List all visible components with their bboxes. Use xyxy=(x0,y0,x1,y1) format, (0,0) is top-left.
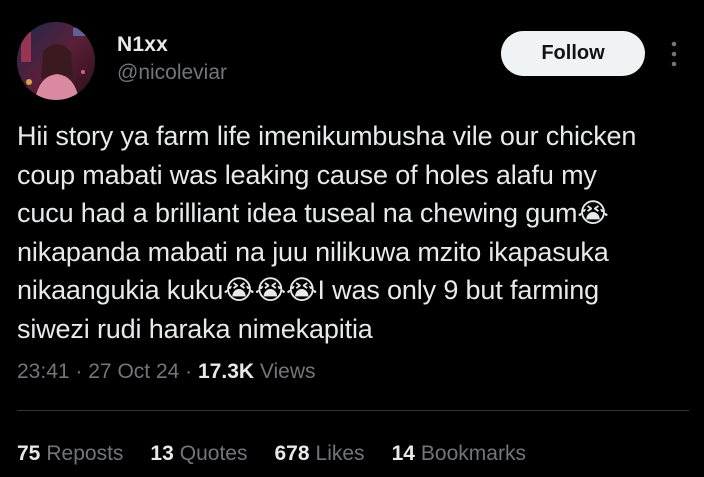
engagement-stats: 75 Reposts 13 Quotes 678 Likes 14 Bookmarks xyxy=(17,442,526,466)
reposts-count: 75 xyxy=(17,442,41,465)
bookmarks-count: 14 xyxy=(391,442,415,465)
bookmarks-label: Bookmarks xyxy=(420,442,526,465)
meta-separator: · xyxy=(185,360,193,383)
avatar[interactable] xyxy=(17,22,95,100)
tweet-meta: 23:41 · 27 Oct 24 · 17.3K Views xyxy=(17,360,316,384)
tweet-time[interactable]: 23:41 xyxy=(17,360,70,383)
likes-stat[interactable]: 678 Likes xyxy=(274,442,364,466)
tweet-date[interactable]: 27 Oct 24 xyxy=(88,360,179,383)
views-label: Views xyxy=(259,360,316,383)
tweet-header: N1xx @nicoleviar Follow xyxy=(0,0,704,110)
likes-label: Likes xyxy=(315,442,365,465)
quotes-stat[interactable]: 13 Quotes xyxy=(150,442,247,466)
meta-separator: · xyxy=(75,360,83,383)
bookmarks-stat[interactable]: 14 Bookmarks xyxy=(392,442,526,466)
user-handle[interactable]: @nicoleviar xyxy=(117,61,227,85)
avatar-image xyxy=(17,22,95,100)
reposts-label: Reposts xyxy=(46,442,124,465)
display-name[interactable]: N1xx xyxy=(117,33,168,57)
likes-count: 678 xyxy=(274,442,310,465)
tweet-text: Hii story ya farm life imenikumbusha vil… xyxy=(17,121,637,344)
reposts-stat[interactable]: 75 Reposts xyxy=(17,442,123,466)
quotes-count: 13 xyxy=(150,442,174,465)
views-count: 17.3K xyxy=(198,360,255,383)
more-vertical-icon[interactable] xyxy=(664,40,684,68)
follow-button[interactable]: Follow xyxy=(501,31,645,76)
divider xyxy=(17,410,689,411)
quotes-label: Quotes xyxy=(179,442,248,465)
